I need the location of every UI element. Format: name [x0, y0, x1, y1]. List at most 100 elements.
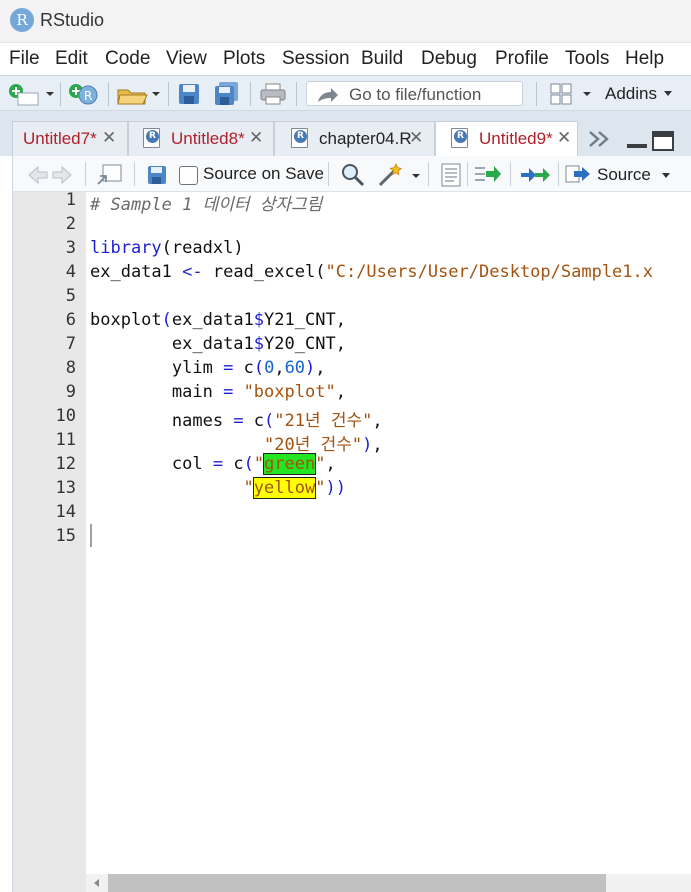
- minimize-maximize-pane-icon[interactable]: [624, 130, 676, 152]
- addins-menu[interactable]: Addins: [605, 84, 657, 104]
- search-icon[interactable]: [341, 163, 365, 187]
- rerun-icon[interactable]: [519, 164, 551, 184]
- print-icon[interactable]: [260, 83, 286, 105]
- editor-toolbar: Source on Save Source: [12, 156, 691, 192]
- code-line-3: library(readxl): [90, 238, 244, 258]
- code-line-1: # Sample 1 데이터 상자그림: [90, 192, 322, 215]
- code-token: ylim: [171, 358, 213, 378]
- new-project-icon[interactable]: R: [67, 81, 103, 107]
- code-token: ,: [315, 358, 326, 378]
- close-icon[interactable]: ✕: [557, 128, 571, 148]
- code-token: c: [253, 411, 265, 431]
- toolbar-separator: [168, 82, 169, 106]
- line-number: 2: [65, 214, 76, 234]
- source-chevron-down-icon[interactable]: [661, 172, 671, 180]
- code-line-12: col = c("green",: [90, 453, 336, 475]
- code-token: ,: [335, 310, 346, 330]
- toolbar-separator: [558, 162, 559, 186]
- code-token: ": [243, 478, 254, 498]
- source-button[interactable]: Source: [563, 160, 679, 188]
- toolbar-separator: [428, 162, 429, 186]
- more-tabs-icon[interactable]: [588, 131, 612, 147]
- tab-label: Untitled8*: [171, 129, 245, 148]
- code-token: ,: [335, 382, 346, 402]
- toolbar-separator: [250, 82, 251, 106]
- menu-plots[interactable]: Plots: [223, 48, 265, 70]
- goto-file-function-input[interactable]: Go to file/function: [306, 81, 523, 106]
- workspace-panes-icon[interactable]: [550, 83, 596, 105]
- back-forward-icon[interactable]: [27, 165, 73, 185]
- save-icon[interactable]: [147, 165, 167, 185]
- source-label: Source: [597, 165, 651, 184]
- menu-session[interactable]: Session: [282, 48, 350, 70]
- code-token: (: [253, 358, 265, 378]
- source-arrow-icon: [565, 165, 590, 183]
- code-tools-wand-icon[interactable]: [377, 162, 423, 188]
- scroll-left-icon[interactable]: [92, 878, 100, 888]
- code-token: ex_data1: [90, 262, 172, 282]
- line-number: 7: [65, 334, 76, 354]
- goto-arrow-icon: [318, 88, 338, 102]
- code-token: ": [253, 454, 265, 474]
- menu-edit[interactable]: Edit: [55, 48, 88, 70]
- code-token: (: [161, 238, 172, 258]
- menu-file[interactable]: File: [9, 48, 40, 70]
- code-token: ,: [372, 411, 383, 431]
- code-token: ex_data1: [171, 310, 254, 330]
- color-swatch-yellow: yellow: [252, 477, 317, 499]
- tab-untitled9[interactable]: R Untitled9* ✕: [435, 121, 578, 157]
- line-number: 8: [65, 358, 76, 378]
- tab-label: Untitled9*: [479, 129, 553, 148]
- new-file-icon[interactable]: [6, 82, 56, 106]
- tab-untitled8[interactable]: R Untitled8* ✕: [128, 121, 274, 156]
- show-in-new-window-icon[interactable]: [97, 164, 123, 186]
- line-number: 3: [65, 238, 76, 258]
- scrollbar-thumb[interactable]: [108, 874, 606, 892]
- tab-chapter04[interactable]: R chapter04.R ✕: [274, 121, 435, 156]
- menu-tools[interactable]: Tools: [565, 48, 609, 70]
- source-on-save-label: Source on Save: [203, 164, 324, 183]
- code-token: "boxplot": [243, 382, 336, 402]
- tab-label: chapter04.R: [319, 129, 412, 148]
- code-line-9: main = "boxplot",: [90, 382, 346, 402]
- line-number: 14: [55, 502, 76, 522]
- code-token: (: [243, 454, 254, 474]
- menu-debug[interactable]: Debug: [421, 48, 477, 70]
- tab-untitled7[interactable]: Untitled7* ✕: [12, 121, 128, 156]
- line-number: 10: [55, 406, 76, 426]
- save-all-icon[interactable]: [214, 81, 240, 107]
- menu-view[interactable]: View: [166, 48, 207, 70]
- source-on-save-checkbox[interactable]: [179, 166, 198, 185]
- close-icon[interactable]: ✕: [102, 128, 116, 148]
- code-token: ,: [274, 358, 285, 378]
- open-file-icon[interactable]: [116, 82, 162, 106]
- compile-report-icon[interactable]: [441, 163, 461, 187]
- horizontal-scrollbar[interactable]: [86, 874, 691, 892]
- code-line-8: ylim = c(0,60),: [90, 358, 326, 378]
- goto-placeholder: Go to file/function: [349, 85, 482, 104]
- code-token: "20년 건수": [264, 435, 363, 455]
- addins-chevron-down-icon: [664, 91, 672, 96]
- text-cursor: [90, 524, 92, 547]
- close-icon[interactable]: ✕: [409, 128, 423, 148]
- save-icon[interactable]: [178, 83, 200, 105]
- code-token: ,: [335, 334, 346, 354]
- code-editor[interactable]: # Sample 1 데이터 상자그림 library(readxl) ex_d…: [86, 192, 691, 874]
- run-line-icon[interactable]: [474, 164, 502, 184]
- menu-code[interactable]: Code: [105, 48, 150, 70]
- color-swatch-green: green: [263, 453, 317, 475]
- r-script-icon: R: [143, 128, 160, 148]
- code-token: ": [315, 454, 326, 474]
- code-token: ex_data1: [171, 334, 254, 354]
- code-token: $: [253, 310, 265, 330]
- menu-help[interactable]: Help: [625, 48, 664, 70]
- menu-profile[interactable]: Profile: [495, 48, 549, 70]
- code-token: (: [161, 310, 172, 330]
- code-line-7: ex_data1$Y20_CNT,: [90, 334, 346, 354]
- menu-build[interactable]: Build: [361, 48, 403, 70]
- line-number: 13: [55, 478, 76, 498]
- close-icon[interactable]: ✕: [249, 128, 263, 148]
